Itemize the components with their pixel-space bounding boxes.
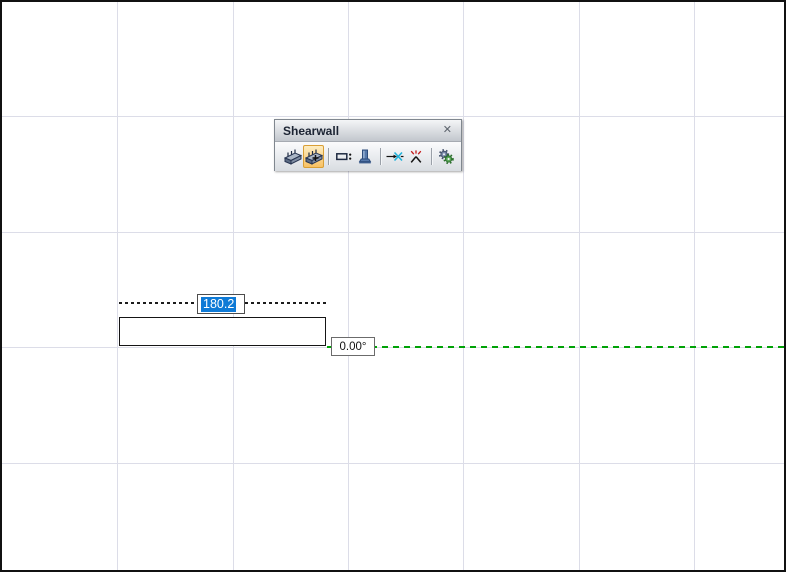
snap-intersection-icon (386, 151, 404, 162)
column-button[interactable] (354, 145, 375, 168)
add-shearwall-icon (304, 149, 323, 165)
grid-line-vertical (579, 2, 580, 570)
grid-line-vertical (463, 2, 464, 570)
grid-line-horizontal (2, 116, 784, 117)
guide-dash-line (327, 346, 784, 348)
snap-intersection-button[interactable] (385, 145, 406, 168)
close-icon[interactable]: ✕ (440, 123, 455, 138)
wall-opening-button[interactable] (333, 145, 354, 168)
angle-input[interactable]: 0.00° (331, 337, 375, 356)
settings-button[interactable] (436, 145, 457, 168)
toolbar-separator (379, 148, 381, 165)
shearwall-button[interactable] (282, 145, 303, 168)
toolbar-separator (430, 148, 432, 165)
angle-value: 0.00° (339, 340, 367, 353)
toolbar-separator (328, 148, 330, 165)
remove-intersection-icon (410, 150, 422, 163)
shearwall-outline[interactable] (119, 317, 326, 346)
shearwall-toolbar[interactable]: Shearwall ✕ (274, 119, 462, 171)
grid-line-vertical (233, 2, 234, 570)
wall-opening-icon (335, 153, 352, 161)
grid-line-horizontal (2, 463, 784, 464)
cad-canvas[interactable]: 180.2 0.00° Shearwall ✕ (0, 0, 786, 572)
shearwall-icon (283, 149, 302, 165)
toolbar-titlebar[interactable]: Shearwall ✕ (275, 120, 461, 142)
grid-line-vertical (117, 2, 118, 570)
grid-line-horizontal (2, 232, 784, 233)
column-icon (358, 149, 372, 164)
grid-line-vertical (348, 2, 349, 570)
add-shearwall-button[interactable] (303, 145, 325, 168)
gears-icon (439, 149, 455, 165)
length-input[interactable]: 180.2 (197, 294, 245, 314)
remove-intersection-button[interactable] (406, 145, 427, 168)
grid-line-vertical (694, 2, 695, 570)
toolbar-body (275, 142, 461, 171)
length-input-selected-text[interactable]: 180.2 (201, 296, 237, 312)
toolbar-title: Shearwall (283, 123, 340, 138)
